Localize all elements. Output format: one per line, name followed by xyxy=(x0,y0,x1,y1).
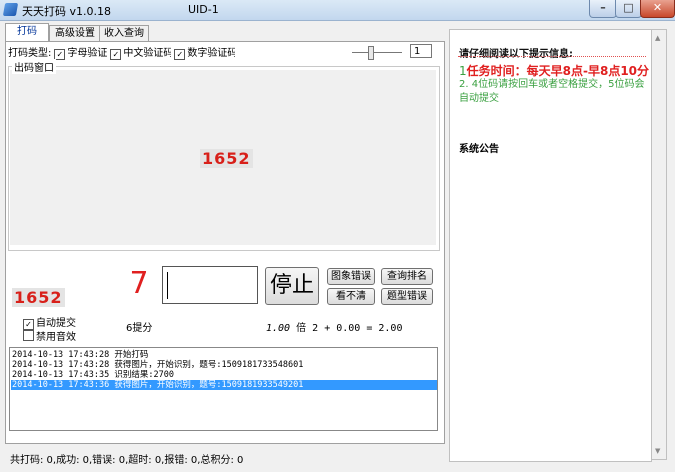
log-text: 识别结果:2700 xyxy=(114,370,174,380)
countdown-timer: 7 xyxy=(120,264,158,304)
text-caret xyxy=(167,272,168,299)
score-formula: 1.00 倍 2 + 0.00 = 2.00 xyxy=(266,319,402,334)
log-text: 开始打码 xyxy=(114,350,149,360)
log-time: 2014-10-13 17:43:28 xyxy=(12,350,110,360)
mute-option: 禁用音效 xyxy=(20,328,76,343)
multiplier-label: 倍 xyxy=(296,323,307,334)
title-bar: 天天打码 v1.0.18 UID-1 – □ ✕ xyxy=(0,0,675,21)
letter-captcha-label: 字母验证 xyxy=(67,48,108,59)
maximize-button[interactable]: □ xyxy=(615,0,642,18)
captcha-type-label: 打码类型: xyxy=(8,48,52,59)
maximize-icon: □ xyxy=(623,1,634,14)
notice-item-2: 2. 4位码请按回车或者空格提交，5位码会自动提交 xyxy=(459,79,645,104)
notice-item-1: 1任务时间：每天早8点-早8点10分 xyxy=(459,62,649,79)
number-captcha-label: 数字验证码 xyxy=(187,48,236,59)
uid-label: UID-1 xyxy=(188,3,219,16)
log-row-selected[interactable]: 2014-10-13 17:43:36 获得图片，开始识别，题号:1509181… xyxy=(11,380,437,390)
formula-text: 2 + 0.00 = 2.00 xyxy=(312,323,403,334)
status-bar: 共打码: 0,成功: 0,错误: 0,超时: 0,报错: 0,总积分: 0 xyxy=(10,455,244,466)
speed-slider-track[interactable] xyxy=(352,52,402,53)
log-time: 2014-10-13 17:43:35 xyxy=(12,370,110,380)
type-error-button[interactable]: 题型错误 xyxy=(381,288,433,305)
tab-dama[interactable]: 打码 xyxy=(5,23,49,42)
notice-scrollbar[interactable]: ▲ ▼ xyxy=(651,29,667,460)
system-announcement-title: 系统公告 xyxy=(459,144,499,155)
multiplier-value: 1.00 xyxy=(266,323,291,334)
number-captcha-checkbox[interactable]: ✓ xyxy=(174,49,186,60)
app-icon xyxy=(2,3,19,16)
tab-income-query[interactable]: 收入查询 xyxy=(99,25,149,42)
window-title: 天天打码 v1.0.18 xyxy=(22,5,111,18)
log-row[interactable]: 2014-10-13 17:43:28 获得图片，开始识别，题号:1509181… xyxy=(12,360,303,370)
chinese-captcha-label: 中文验证码 xyxy=(123,48,172,59)
scroll-down-icon[interactable]: ▼ xyxy=(655,447,660,455)
captcha-image-small: 1652 xyxy=(12,288,65,307)
answer-input[interactable] xyxy=(162,266,258,304)
captcha-image-large: 1652 xyxy=(200,149,253,168)
image-error-button[interactable]: 图象错误 xyxy=(327,268,375,285)
log-text: 获得图片，开始识别，题号:1509181733548601 xyxy=(114,360,304,370)
score-label: 6提分 xyxy=(126,323,153,334)
tab-advanced-settings[interactable]: 高级设置 xyxy=(49,25,101,42)
unclear-button[interactable]: 看不清 xyxy=(327,288,375,305)
letter-captcha-checkbox[interactable]: ✓ xyxy=(54,49,66,60)
mute-checkbox[interactable] xyxy=(23,330,34,341)
close-icon: ✕ xyxy=(652,1,663,14)
notice-item-1-text: 任务时间：每天早8点-早8点10分 xyxy=(466,64,650,78)
stop-button[interactable]: 停止 xyxy=(265,267,319,305)
speed-value-box[interactable]: 1 xyxy=(410,44,432,58)
log-time: 2014-10-13 17:43:36 xyxy=(12,380,110,390)
log-row[interactable]: 2014-10-13 17:43:35 识别结果:2700 xyxy=(12,370,174,380)
log-text: 获得图片，开始识别，题号:1509181933549201 xyxy=(114,380,304,390)
query-rank-button[interactable]: 查询排名 xyxy=(381,268,433,285)
mute-label: 禁用音效 xyxy=(36,332,76,343)
speed-slider-handle[interactable] xyxy=(368,46,374,60)
minimize-button[interactable]: – xyxy=(589,0,617,18)
output-window-label: 出码窗口 xyxy=(12,59,56,74)
notice-item-1-number: 1 xyxy=(459,64,467,78)
log-list[interactable]: 2014-10-13 17:43:28 开始打码 2014-10-13 17:4… xyxy=(9,347,438,431)
captcha-type-row: 打码类型: ✓ 字母验证 ✓ 中文验证码 ✓ 数字验证码 xyxy=(8,44,235,60)
chinese-captcha-checkbox[interactable]: ✓ xyxy=(110,49,122,60)
scroll-up-icon[interactable]: ▲ xyxy=(655,34,660,42)
log-time: 2014-10-13 17:43:28 xyxy=(12,360,110,370)
close-button[interactable]: ✕ xyxy=(640,0,675,18)
log-row[interactable]: 2014-10-13 17:43:28 开始打码 xyxy=(12,350,148,360)
notice-divider xyxy=(458,56,646,58)
minimize-icon: – xyxy=(600,1,606,14)
